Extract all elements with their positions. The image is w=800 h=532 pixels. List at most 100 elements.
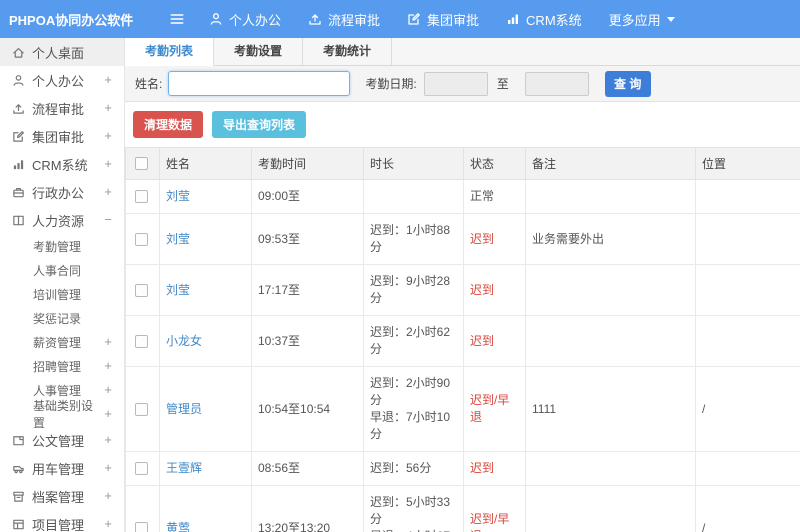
note-cell — [525, 179, 696, 214]
location-cell: / — [695, 366, 800, 452]
sidebar-navigation: 个人桌面 个人办公 + 流程审批 + 集团审批 + CRM系统 + 行政办公 + 人力资源 − 考勤管理人… — [0, 38, 125, 532]
chart-icon — [12, 158, 25, 171]
employee-name-link[interactable]: 刘莹 — [166, 232, 190, 246]
sidebar-subitem-1[interactable]: 考勤管理 — [0, 234, 124, 258]
row-checkbox[interactable] — [135, 283, 148, 297]
duration-cell: 迟到：5小时33分早退：4小时67分 — [363, 485, 464, 532]
sidebar-subitem-8[interactable]: 基础类别设置 + — [0, 399, 124, 430]
date-to-input[interactable] — [524, 71, 589, 96]
attendance-time-cell: 09:00至 — [251, 179, 364, 214]
duration-late: 迟到：1小时88分 — [370, 223, 451, 254]
employee-name-link[interactable]: 小龙女 — [166, 334, 202, 348]
name-filter-input[interactable] — [168, 71, 351, 96]
column-header: 考勤时间 — [251, 147, 364, 180]
row-checkbox[interactable] — [135, 334, 148, 348]
home-icon — [12, 46, 25, 59]
search-button[interactable]: 查 询 — [604, 70, 651, 97]
name-filter-label: 姓名: — [135, 77, 163, 91]
main-content: 考勤列表 考勤设置 考勤统计 姓名: 考勤日期: 至 查 询 清理数据 导出查询列表 — [125, 38, 800, 532]
attendance-time-cell: 10:54至10:54 — [251, 366, 364, 452]
sidebar-item-label: 项目管理 — [32, 517, 85, 532]
row-checkbox[interactable] — [135, 190, 148, 203]
sidebar-item-11[interactable]: 项目管理 + — [0, 510, 124, 532]
column-header: 姓名 — [159, 147, 252, 180]
export-list-button[interactable]: 导出查询列表 — [212, 111, 307, 138]
sidebar-item-label: 个人办公 — [32, 73, 85, 89]
employee-name-link[interactable]: 黄莺 — [166, 521, 190, 532]
expand-indicator: + — [104, 100, 112, 116]
hamburger-menu-icon[interactable] — [169, 11, 185, 27]
expand-indicator: + — [104, 460, 112, 476]
sidebar-item-10[interactable]: 档案管理 + — [0, 482, 124, 510]
column-header: 备注 — [525, 147, 696, 180]
edit-icon — [407, 12, 421, 26]
sidebar-item-7[interactable]: 人力资源 − — [0, 206, 124, 234]
table-row: 刘莹 17:17至 迟到：9小时28分 迟到 — [125, 264, 800, 316]
sidebar-item-5[interactable]: CRM系统 + — [0, 150, 124, 178]
sidebar-subitem-4[interactable]: 奖惩记录 — [0, 306, 124, 330]
topnav-item-3[interactable]: 集团审批 — [407, 10, 479, 29]
tab-3[interactable]: 考勤统计 — [303, 38, 393, 65]
sidebar-item-6[interactable]: 行政办公 + — [0, 178, 124, 206]
topnav-label: 流程审批 — [328, 12, 381, 28]
sidebar-item-8[interactable]: 公文管理 + — [0, 426, 124, 454]
sidebar-subitem-5[interactable]: 薪资管理 + — [0, 330, 124, 354]
sidebar-item-3[interactable]: 流程审批 + — [0, 94, 124, 122]
employee-name-link[interactable]: 刘莹 — [166, 189, 190, 203]
sidebar-subitem-2[interactable]: 人事合同 — [0, 258, 124, 282]
attendance-time-cell: 17:17至 — [251, 264, 364, 316]
sidebar-subitem-label: 招聘管理 — [33, 359, 82, 374]
expand-indicator: + — [104, 432, 112, 448]
row-checkbox[interactable] — [135, 232, 148, 246]
location-cell — [695, 315, 800, 367]
topnav-item-1[interactable]: 个人办公 — [209, 10, 281, 29]
status-badge: 迟到 — [470, 333, 495, 348]
sidebar-item-4[interactable]: 集团审批 + — [0, 122, 124, 150]
note-cell — [525, 315, 696, 367]
sidebar-item-label: 用车管理 — [32, 461, 85, 477]
status-badge: 迟到 — [470, 461, 495, 475]
duration-late: 迟到：5小时33分 — [370, 495, 451, 526]
topnav-item-2[interactable]: 流程审批 — [308, 10, 380, 29]
employee-name-link[interactable]: 刘莹 — [166, 283, 190, 297]
topnav-item-5[interactable]: 更多应用 — [609, 10, 675, 29]
attendance-time-cell: 13:20至13:20 — [251, 485, 364, 532]
sidebar-subitem-label: 基础类别设置 — [33, 399, 94, 430]
sidebar-subitem-3[interactable]: 培训管理 — [0, 282, 124, 306]
column-header: 时长 — [363, 147, 464, 180]
flow-icon — [308, 12, 322, 26]
select-all-checkbox[interactable] — [135, 157, 148, 170]
clean-data-button[interactable]: 清理数据 — [133, 111, 204, 138]
sidebar-item-1[interactable]: 个人桌面 — [0, 38, 124, 66]
attendance-time-cell: 10:37至 — [251, 315, 364, 367]
date-from-input[interactable] — [423, 71, 488, 96]
expand-indicator: + — [104, 156, 112, 172]
expand-indicator: + — [104, 72, 112, 88]
duration-late: 迟到：56分 — [370, 461, 432, 475]
status-badge: 迟到/早退 — [470, 393, 510, 424]
note-cell: 1111 — [525, 366, 696, 452]
column-header: 位置 — [695, 147, 800, 180]
employee-name-link[interactable]: 王壹辉 — [166, 461, 202, 475]
tab-1[interactable]: 考勤列表 — [125, 38, 215, 66]
sidebar-subitem-6[interactable]: 招聘管理 + — [0, 354, 124, 378]
topnav-label: CRM系统 — [526, 12, 582, 28]
sidebar-subitem-label: 人事管理 — [33, 383, 82, 398]
table-row: 小龙女 10:37至 迟到：2小时62分 迟到 — [125, 315, 800, 367]
topnav-item-4[interactable]: CRM系统 — [506, 10, 582, 29]
duration-cell: 迟到：9小时28分 — [363, 264, 464, 316]
note-cell — [525, 451, 696, 486]
duration-cell: 迟到：1小时88分 — [363, 213, 464, 265]
employee-name-link[interactable]: 管理员 — [166, 402, 202, 416]
row-checkbox[interactable] — [135, 521, 148, 532]
sidebar-item-9[interactable]: 用车管理 + — [0, 454, 124, 482]
sidebar-item-2[interactable]: 个人办公 + — [0, 66, 124, 94]
chevron-down-icon — [666, 16, 675, 22]
row-checkbox[interactable] — [135, 462, 148, 475]
tab-2[interactable]: 考勤设置 — [214, 38, 304, 65]
topnav-label: 更多应用 — [608, 12, 661, 28]
top-bar: PHPOA协同办公软件 个人办公 流程审批 集团审批 CRM系统 更多应用 — [0, 0, 800, 38]
row-checkbox[interactable] — [135, 402, 148, 416]
expand-indicator: + — [104, 184, 112, 200]
user-icon — [209, 12, 223, 26]
